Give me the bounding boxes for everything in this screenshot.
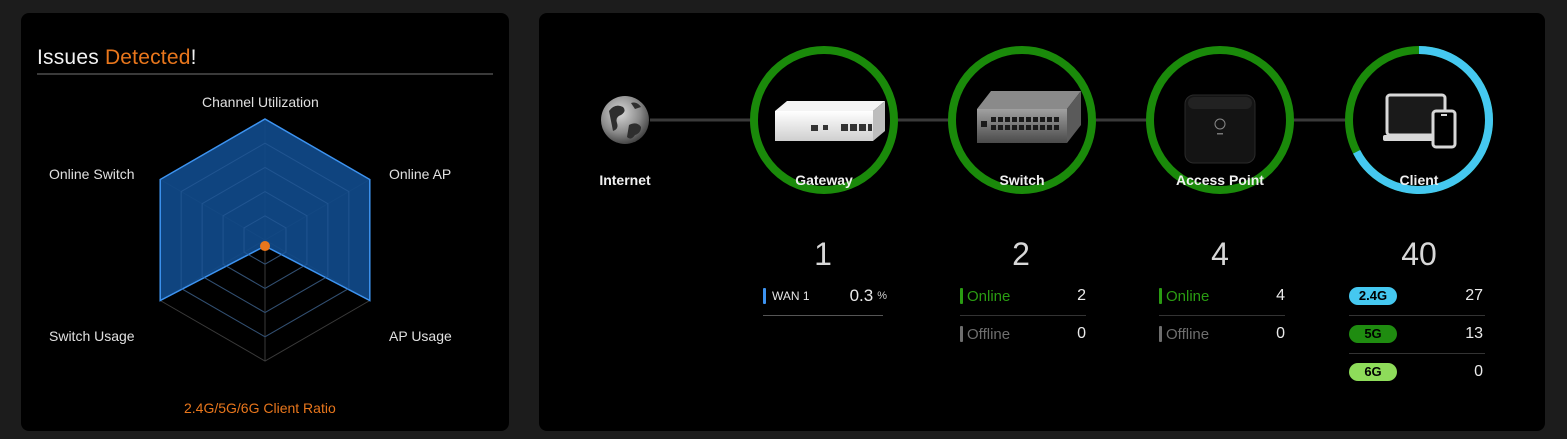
ap-offline-label: Offline [1166, 325, 1210, 343]
offline-indicator-bar [960, 326, 963, 342]
ap-online-row[interactable]: Online 4 [1159, 277, 1285, 315]
radar-label-online-ap: Online AP [389, 166, 452, 182]
switch-offline-row[interactable]: Offline 0 [960, 315, 1086, 353]
ap-online-label: Online [1166, 287, 1210, 305]
band-5g-badge: 5G [1349, 325, 1397, 343]
client-6g-value: 0 [1474, 363, 1483, 380]
internet-label: Internet [599, 172, 651, 188]
switch-online-value: 2 [1077, 287, 1086, 304]
wan-value: 0.3 [849, 286, 874, 305]
gateway-label: Gateway [795, 172, 853, 188]
globe-icon [601, 96, 649, 144]
wan-indicator-bar [763, 288, 766, 304]
switch-label: Switch [999, 172, 1045, 188]
client-devices-icon [1383, 93, 1457, 149]
switch-count: 2 [1012, 236, 1030, 272]
radar-label-ap-usage: AP Usage [389, 328, 452, 344]
switch-device-icon [977, 91, 1081, 143]
offline-indicator-bar [1159, 326, 1162, 342]
radar-label-online-switch: Online Switch [49, 166, 135, 182]
access-point-label: Access Point [1176, 172, 1264, 188]
client-label: Client [1399, 172, 1439, 188]
topology-panel: Internet Gateway Switch Access Point Cli… [539, 13, 1545, 431]
radar-label-switch-usage: Switch Usage [49, 328, 135, 344]
ap-online-value: 4 [1276, 287, 1285, 304]
access-point-device-icon [1184, 94, 1256, 164]
switch-offline-value: 0 [1077, 325, 1086, 342]
gateway-node[interactable] [750, 46, 898, 194]
client-5g-row[interactable]: 5G 13 [1349, 315, 1483, 353]
client-count: 40 [1401, 236, 1437, 272]
wan-unit: % [877, 290, 887, 302]
issues-panel: Issues Detected! Channel Utilization Onl… [21, 13, 509, 431]
radar-warning-point[interactable] [260, 241, 270, 252]
wan-label: WAN 1 [772, 289, 810, 303]
gateway-wan-row[interactable]: WAN 1 0.3 % [763, 277, 887, 315]
switch-offline-label: Offline [967, 325, 1011, 343]
ap-offline-value: 0 [1276, 325, 1285, 342]
ap-offline-row[interactable]: Offline 0 [1159, 315, 1285, 353]
access-point-node[interactable] [1146, 46, 1294, 194]
client-2g-value: 27 [1465, 287, 1483, 304]
gateway-row-divider [763, 315, 883, 316]
gateway-count: 1 [814, 236, 832, 272]
band-6g-badge: 6G [1349, 363, 1397, 381]
switch-node[interactable] [948, 46, 1096, 194]
client-node[interactable] [1345, 46, 1493, 194]
issues-radar-chart [159, 118, 371, 362]
gateway-device-icon [775, 101, 885, 141]
band-2g-badge: 2.4G [1349, 287, 1397, 305]
switch-online-label: Online [967, 287, 1011, 305]
client-5g-value: 13 [1465, 325, 1483, 342]
radar-label-client-ratio: 2.4G/5G/6G Client Ratio [184, 400, 336, 416]
client-6g-row[interactable]: 6G 0 [1349, 353, 1483, 391]
switch-online-row[interactable]: Online 2 [960, 277, 1086, 315]
client-2g-row[interactable]: 2.4G 27 [1349, 277, 1483, 315]
radar-label-channel-utilization: Channel Utilization [202, 94, 319, 110]
online-indicator-bar [1159, 288, 1162, 304]
online-indicator-bar [960, 288, 963, 304]
access-point-count: 4 [1211, 236, 1229, 272]
